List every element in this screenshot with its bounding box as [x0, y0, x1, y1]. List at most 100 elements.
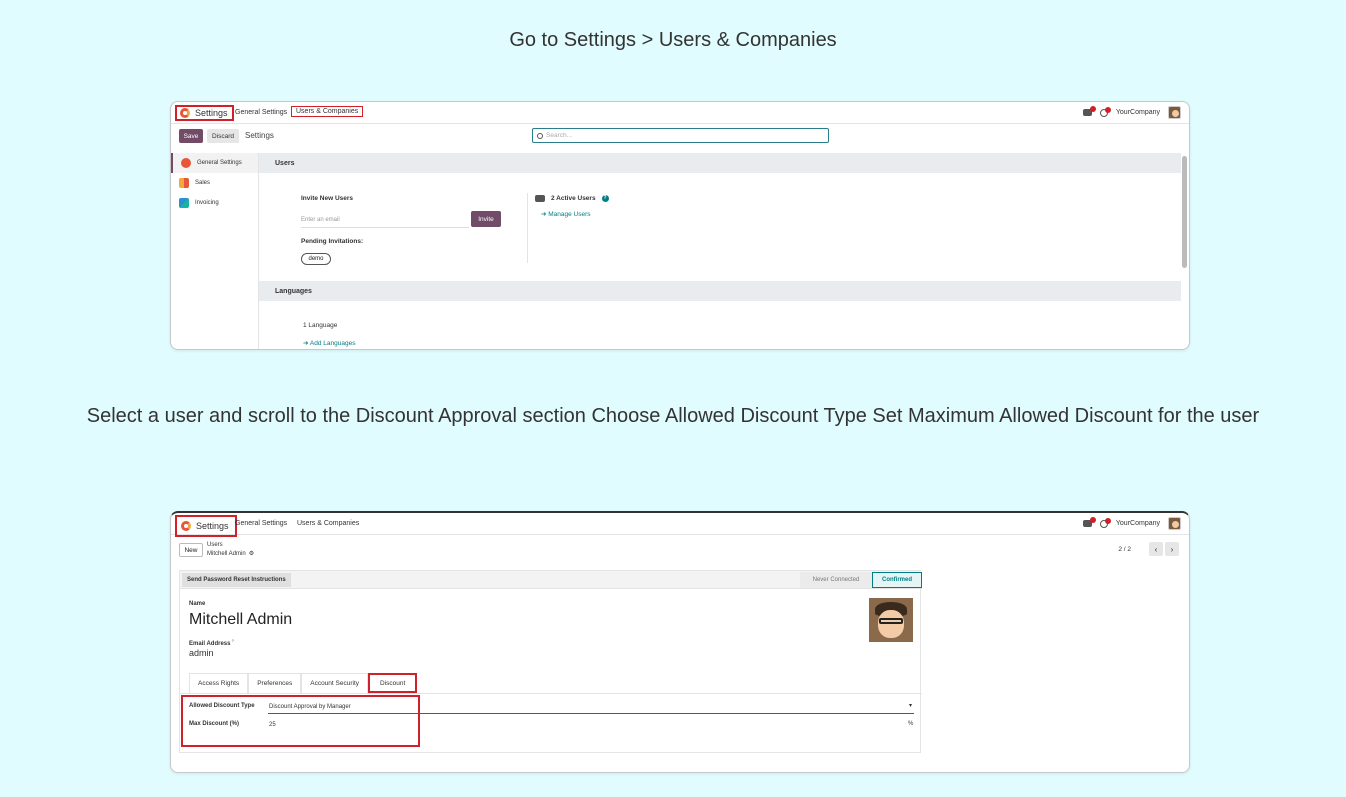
pending-label: Pending Invitations:	[301, 238, 364, 245]
email-label-text: Email Address	[189, 641, 231, 647]
top-navbar: Settings General Settings Users & Compan…	[171, 513, 1189, 537]
user-photo[interactable]	[869, 598, 913, 642]
email-field[interactable]: admin	[189, 648, 214, 658]
page-title: Settings	[245, 131, 274, 140]
activity-clock-icon[interactable]	[1099, 517, 1111, 528]
stage-never-connected[interactable]: Never Connected	[800, 572, 872, 588]
app-menu-settings[interactable]: Settings	[175, 105, 234, 121]
settings-sidebar: General Settings Sales Invoicing	[171, 153, 259, 349]
photo-face	[878, 610, 904, 638]
chevron-right-icon: ›	[1170, 544, 1174, 554]
nav-general-settings[interactable]: General Settings	[235, 520, 287, 527]
search-input[interactable]: Search...	[532, 128, 829, 143]
tab-preferences[interactable]: Preferences	[248, 673, 302, 693]
tab-access-rights[interactable]: Access Rights	[189, 673, 249, 693]
pager-previous-button[interactable]: ‹	[1149, 542, 1163, 556]
status-bar: Send Password Reset Instructions Never C…	[180, 571, 922, 589]
company-name[interactable]: YourCompany	[1116, 109, 1160, 116]
new-button[interactable]: New	[179, 543, 203, 557]
search-placeholder: Search...	[546, 132, 573, 139]
breadcrumb-current: Mitchell Admin	[207, 550, 246, 557]
stage-confirmed[interactable]: Confirmed	[872, 572, 922, 588]
chevron-left-icon: ‹	[1154, 544, 1158, 554]
sidebar-item-general-settings[interactable]: General Settings	[171, 153, 258, 173]
allowed-discount-select[interactable]: Discount Approval by Manager	[269, 704, 351, 710]
sidebar-item-label: Sales	[195, 180, 211, 186]
nav-users-companies[interactable]: Users & Companies	[297, 520, 359, 527]
active-users-count: 2 Active Users	[551, 195, 596, 202]
tab-discount[interactable]: Discount	[368, 673, 418, 693]
app-name: Settings	[196, 521, 229, 531]
sidebar-item-invoicing[interactable]: Invoicing	[171, 193, 258, 213]
notification-badge	[1104, 517, 1111, 524]
email-input-underline	[301, 227, 469, 228]
max-discount-input[interactable]: 25	[269, 722, 276, 728]
tab-account-security[interactable]: Account Security	[301, 673, 369, 693]
invite-button[interactable]: Invite	[471, 211, 501, 227]
odoo-logo-icon	[181, 521, 191, 531]
manage-users-label: Manage Users	[548, 211, 591, 218]
email-input[interactable]: Enter an email	[301, 217, 340, 223]
settings-content: Users Invite New Users Enter an email In…	[259, 153, 1181, 349]
systray: YourCompany	[1082, 106, 1181, 119]
settings-logo-icon	[181, 158, 191, 168]
language-count: 1 Language	[303, 322, 338, 329]
company-name[interactable]: YourCompany	[1116, 520, 1160, 527]
pager-next-button[interactable]: ›	[1165, 542, 1179, 556]
save-button[interactable]: Save	[179, 129, 203, 143]
email-label: Email Address ?	[189, 638, 234, 647]
max-discount-label: Max Discount (%)	[189, 721, 240, 727]
settings-screenshot: Settings General Settings Users & Compan…	[170, 101, 1190, 350]
add-languages-label: Add Languages	[309, 340, 356, 347]
add-languages-link[interactable]: ➔ Add Languages	[303, 339, 355, 347]
step2-caption: Select a user and scroll to the Discount…	[86, 405, 1260, 427]
dropdown-caret-icon[interactable]: ▾	[909, 702, 912, 709]
user-form: Send Password Reset Instructions Never C…	[179, 570, 922, 753]
scrollbar[interactable]	[1182, 156, 1187, 268]
nav-users-companies[interactable]: Users & Companies	[291, 106, 364, 117]
user-avatar[interactable]	[1168, 106, 1181, 119]
breadcrumb-users[interactable]: Users	[207, 542, 223, 548]
allowed-discount-label: Allowed Discount Type	[189, 703, 255, 709]
app-name: Settings	[195, 108, 228, 118]
gear-icon[interactable]: ⚙	[249, 550, 254, 557]
users-icon	[535, 195, 545, 202]
top-navbar: Settings General Settings Users & Compan…	[171, 102, 1189, 124]
user-avatar[interactable]	[1168, 517, 1181, 530]
chat-icon[interactable]	[1082, 106, 1096, 116]
chat-icon[interactable]	[1082, 517, 1096, 527]
systray: YourCompany	[1082, 517, 1181, 530]
pending-invitation-tag[interactable]: demo	[301, 253, 331, 265]
pager-value[interactable]: 2 / 2	[1118, 546, 1131, 553]
user-form-screenshot: Settings General Settings Users & Compan…	[170, 511, 1190, 773]
tab-underline	[180, 693, 922, 694]
activity-clock-icon[interactable]	[1099, 106, 1111, 117]
nav-general-settings[interactable]: General Settings	[235, 109, 287, 116]
sidebar-item-label: General Settings	[197, 160, 242, 166]
form-tabs: Access Rights Preferences Account Securi…	[189, 673, 418, 693]
sales-icon	[179, 178, 189, 188]
control-panel: Save Discard Settings Search...	[171, 124, 1189, 146]
column-divider	[527, 193, 528, 263]
select-underline	[268, 713, 914, 714]
user-name-field[interactable]: Mitchell Admin	[189, 611, 292, 629]
active-users-row: 2 Active Users ?	[535, 195, 609, 202]
manage-users-link[interactable]: ➔ Manage Users	[541, 210, 591, 218]
app-menu-settings[interactable]: Settings	[175, 515, 237, 537]
sidebar-item-sales[interactable]: Sales	[171, 173, 258, 193]
name-label: Name	[189, 601, 206, 607]
languages-section-header: Languages	[259, 281, 1181, 301]
users-section-header: Users	[259, 153, 1181, 173]
sidebar-item-label: Invoicing	[195, 200, 219, 206]
invoicing-icon	[179, 198, 189, 208]
step1-caption: Go to Settings > Users & Companies	[509, 29, 837, 51]
invite-label: Invite New Users	[301, 195, 354, 202]
discard-button[interactable]: Discard	[207, 129, 239, 143]
notification-badge	[1089, 106, 1096, 112]
send-password-reset-button[interactable]: Send Password Reset Instructions	[182, 573, 291, 587]
help-icon[interactable]: ?	[601, 195, 609, 202]
percent-suffix: %	[908, 721, 914, 727]
breadcrumb: Mitchell Admin ⚙	[207, 550, 254, 558]
photo-glasses	[879, 618, 903, 624]
notification-badge	[1104, 106, 1111, 113]
